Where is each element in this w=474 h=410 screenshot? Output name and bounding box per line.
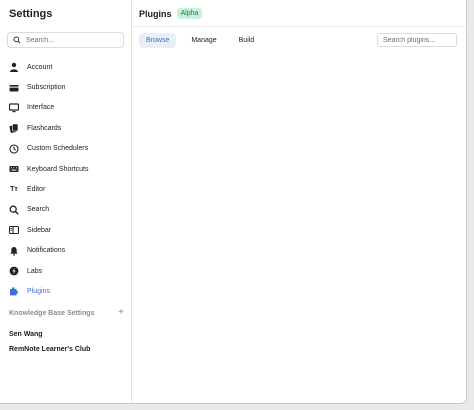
sidebar-item-custom-schedulers[interactable]: Custom Schedulers xyxy=(0,139,131,159)
sidebar-item-label: Editor xyxy=(27,186,46,194)
tab-manage[interactable]: Manage xyxy=(184,33,223,48)
bell-icon xyxy=(9,246,19,256)
monitor-icon xyxy=(9,103,19,113)
sidebar-item-search[interactable]: Search xyxy=(0,200,131,220)
sidebar-item-label: Account xyxy=(27,63,53,71)
sidebar-item-plugins[interactable]: Plugins xyxy=(0,281,131,301)
clock-icon xyxy=(9,144,19,154)
sidebar-search-input[interactable] xyxy=(26,36,116,44)
credit-card-icon xyxy=(9,83,19,93)
page-title: Plugins xyxy=(139,8,172,19)
person-icon xyxy=(9,62,19,73)
sidebar-item-label: Subscription xyxy=(27,84,66,92)
sidebar-title: Settings xyxy=(9,8,53,20)
text-format-icon: Tт xyxy=(10,186,18,194)
tab-browse[interactable]: Browse xyxy=(139,33,177,48)
plugins-panel: Plugins Alpha Browse Manage Build xyxy=(132,0,466,403)
sidebar-item-subscription[interactable]: Subscription xyxy=(0,77,131,97)
kb-settings-label: Knowledge Base Settings xyxy=(9,309,95,317)
sidebar-item-labs[interactable]: Labs xyxy=(0,261,131,281)
sidebar-item-label: Sidebar xyxy=(27,226,52,234)
sidebar-item-label: Flashcards xyxy=(27,124,62,132)
plugin-tabs: Browse Manage Build xyxy=(139,33,269,48)
workspace-item[interactable]: Sen Wang xyxy=(9,331,43,338)
sidebar-item-label: Plugins xyxy=(27,287,50,295)
sidebar-search-box[interactable] xyxy=(7,32,124,48)
settings-nav: Account Subscription Interface Flashcard… xyxy=(0,57,131,302)
labs-icon xyxy=(9,266,19,276)
workspace-item[interactable]: RemNote Learner's Club xyxy=(9,346,90,353)
settings-window: Settings Account Subscription xyxy=(0,0,467,404)
sidebar-icon xyxy=(9,225,19,235)
panel-header: Plugins Alpha xyxy=(139,8,203,19)
sidebar-item-flashcards[interactable]: Flashcards xyxy=(0,118,131,138)
sidebar-item-account[interactable]: Account xyxy=(0,57,131,77)
keyboard-icon xyxy=(9,164,19,174)
sidebar-item-label: Custom Schedulers xyxy=(27,145,89,153)
sidebar-item-label: Keyboard Shortcuts xyxy=(27,165,89,173)
sidebar-item-keyboard-shortcuts[interactable]: Keyboard Shortcuts xyxy=(0,159,131,179)
add-kb-button[interactable]: + xyxy=(118,308,124,318)
header-divider xyxy=(132,26,466,27)
search-icon xyxy=(13,36,21,44)
sidebar-item-sidebar[interactable]: Sidebar xyxy=(0,220,131,240)
search-icon xyxy=(9,205,19,215)
sidebar-item-notifications[interactable]: Notifications xyxy=(0,241,131,261)
sidebar-item-editor[interactable]: Tт Editor xyxy=(0,179,131,199)
sidebar-item-label: Labs xyxy=(27,267,43,275)
tab-build[interactable]: Build xyxy=(232,33,262,48)
sidebar-item-label: Search xyxy=(27,206,50,214)
sidebar-item-label: Interface xyxy=(27,104,55,112)
flashcards-icon xyxy=(9,123,19,134)
alpha-badge: Alpha xyxy=(176,8,203,19)
kb-settings-row: Knowledge Base Settings + xyxy=(9,308,124,318)
sidebar-item-label: Notifications xyxy=(27,247,66,255)
plugin-search-input[interactable] xyxy=(383,36,455,44)
plugin-search-box[interactable] xyxy=(377,33,457,47)
sidebar-item-interface[interactable]: Interface xyxy=(0,98,131,118)
puzzle-icon xyxy=(9,286,19,296)
settings-sidebar: Settings Account Subscription xyxy=(0,0,132,403)
